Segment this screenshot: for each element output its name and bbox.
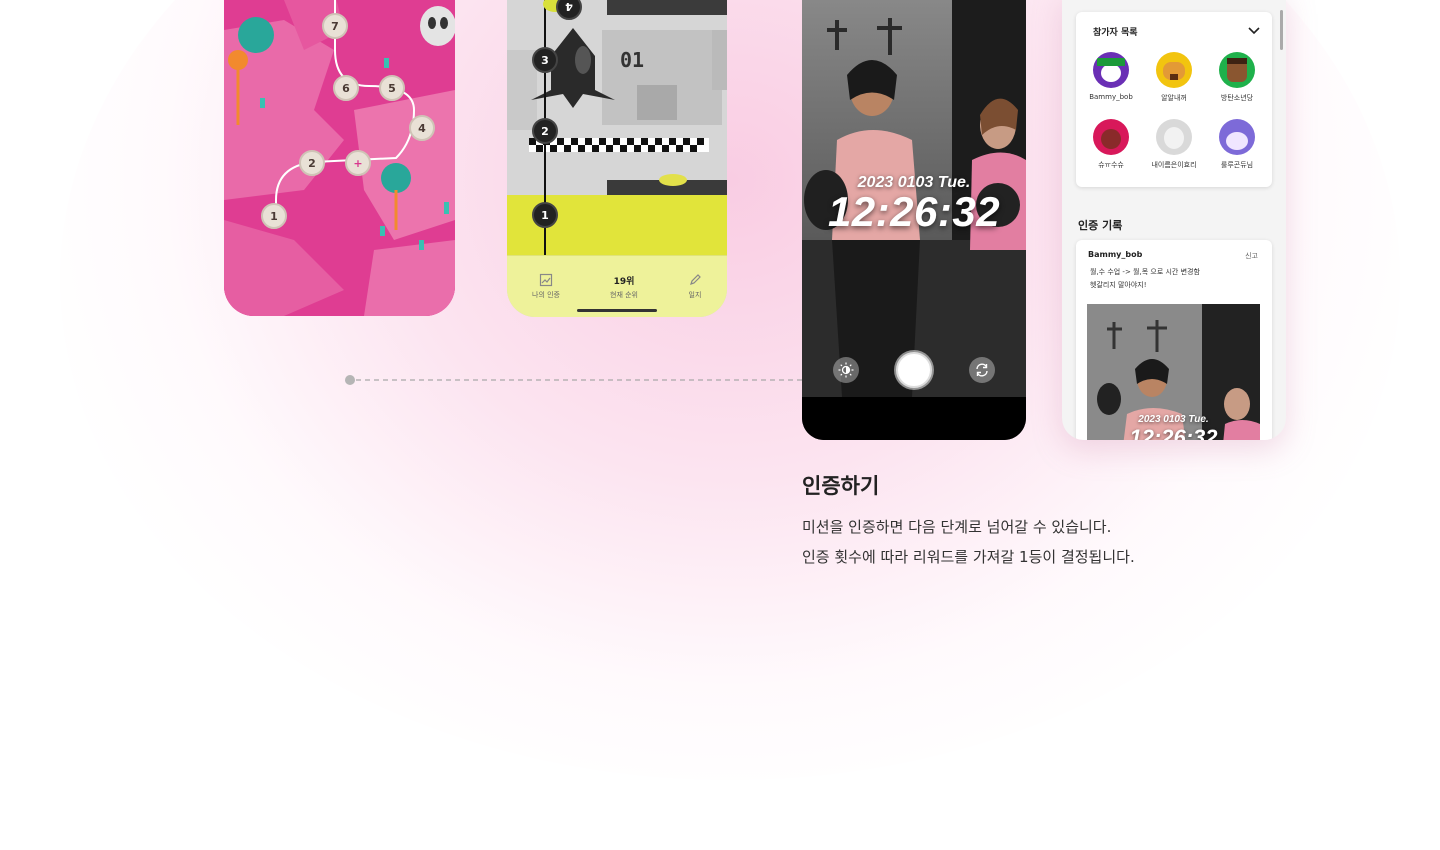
report-link[interactable]: 신고 [1245, 251, 1258, 261]
bottom-nav: 나의 인증 19위 현재 순위 일지 [507, 255, 727, 317]
record-card: Bammy_bob 신고 월,수 수업 -> 월,목 으로 시간 변경함 헷갈리… [1076, 240, 1272, 440]
map-illustration [224, 0, 455, 316]
camera-phone-screen: 2023 0103 Tue. 12:26:32 [802, 0, 1026, 440]
route-node-7[interactable]: 7 [322, 13, 348, 39]
scrollbar[interactable] [1280, 10, 1283, 50]
avatar [1156, 119, 1192, 155]
participant-name: 알알내꺼 [1161, 94, 1187, 102]
nav-my-cert[interactable]: 나의 인증 [532, 273, 560, 300]
route-node-2[interactable]: 2 [299, 150, 325, 176]
route-node-5[interactable]: 5 [379, 75, 405, 101]
participant-item[interactable]: Bammy_bob [1081, 52, 1141, 101]
participants-panel: 참가자 목록 Bammy_bob 알알내꺼 방탄소년당 슈ㅠ수슈 내이름은이효리… [1076, 12, 1272, 187]
avatar [1219, 119, 1255, 155]
participant-name: Bammy_bob [1089, 93, 1133, 101]
route-node-4[interactable]: 4 [409, 115, 435, 141]
section-title: 인증하기 [802, 474, 880, 498]
participant-name: 룰루곤듀님 [1220, 161, 1254, 169]
avatar [1156, 52, 1192, 88]
avatar [1093, 52, 1129, 88]
avatar [1219, 52, 1255, 88]
record-user[interactable]: Bammy_bob [1088, 250, 1142, 259]
section-description-line1: 미션을 인증하면 다음 단계로 넘어갈 수 있습니다. [802, 518, 1112, 536]
record-text-line2: 헷갈리지 말아야지! [1090, 281, 1147, 289]
participant-name: 방탄소년당 [1220, 94, 1254, 102]
participant-name: 슈ㅠ수슈 [1098, 161, 1124, 169]
camera-bottom-bar [802, 397, 1026, 440]
route-node-2[interactable]: 2 [532, 118, 558, 144]
nav-diary[interactable]: 일지 [688, 273, 702, 300]
rank-value: 19위 [613, 276, 635, 287]
participant-item[interactable]: 방탄소년당 [1207, 52, 1267, 103]
switch-camera-icon [976, 363, 988, 377]
avatar [1093, 119, 1129, 155]
nav-my-cert-label: 나의 인증 [532, 291, 560, 299]
photo-time-stamp: 12:26:32 [827, 188, 1001, 235]
map-phone-screen: 7 6 5 4 2 + 1 [224, 0, 455, 316]
participant-item[interactable]: 룰루곤듀님 [1207, 119, 1267, 170]
space-phone-screen: 01 4 3 2 1 나의 인증 19위 현재 순위 일지 [507, 0, 727, 317]
brightness-icon [838, 362, 854, 378]
participants-title: 참가자 목록 [1093, 28, 1138, 38]
participant-item[interactable]: 알알내꺼 [1144, 52, 1204, 103]
brightness-button[interactable] [833, 357, 859, 383]
photo-check-icon [539, 273, 553, 287]
home-indicator [577, 309, 657, 312]
connector-line [345, 375, 804, 385]
route-node-add[interactable]: + [345, 150, 371, 176]
ship-label: 01 [620, 48, 645, 72]
participant-item[interactable]: 내이름은이효리 [1144, 119, 1204, 170]
participant-phone-screen: 참가자 목록 Bammy_bob 알알내꺼 방탄소년당 슈ㅠ수슈 내이름은이효리… [1062, 0, 1286, 440]
record-photo-time: 12:26:32 [1129, 425, 1218, 440]
shutter-button[interactable] [896, 352, 932, 388]
participant-name: 내이름은이효리 [1151, 161, 1197, 169]
route-node-3[interactable]: 3 [532, 47, 558, 73]
records-title: 인증 기록 [1078, 219, 1123, 232]
record-text-line1: 월,수 수업 -> 월,목 으로 시간 변경함 [1090, 268, 1200, 276]
participant-item[interactable]: 슈ㅠ수슈 [1081, 119, 1141, 170]
section-description-line2: 인증 횟수에 따라 리워드를 가져갈 1등이 결정됩니다. [802, 548, 1135, 566]
record-photo-date: 2023 0103 Tue. [1138, 414, 1209, 425]
route-node-6[interactable]: 6 [333, 75, 359, 101]
route-node-1[interactable]: 1 [532, 202, 558, 228]
chevron-down-icon[interactable] [1248, 27, 1260, 35]
rank-label: 현재 순위 [610, 290, 638, 299]
nav-diary-label: 일지 [688, 291, 702, 299]
pencil-icon [690, 274, 701, 285]
route-node-1[interactable]: 1 [261, 203, 287, 229]
nav-rank[interactable]: 19위 현재 순위 [610, 274, 638, 300]
record-photo[interactable]: 2023 0103 Tue. 12:26:32 [1087, 304, 1260, 440]
switch-camera-button[interactable] [969, 357, 995, 383]
